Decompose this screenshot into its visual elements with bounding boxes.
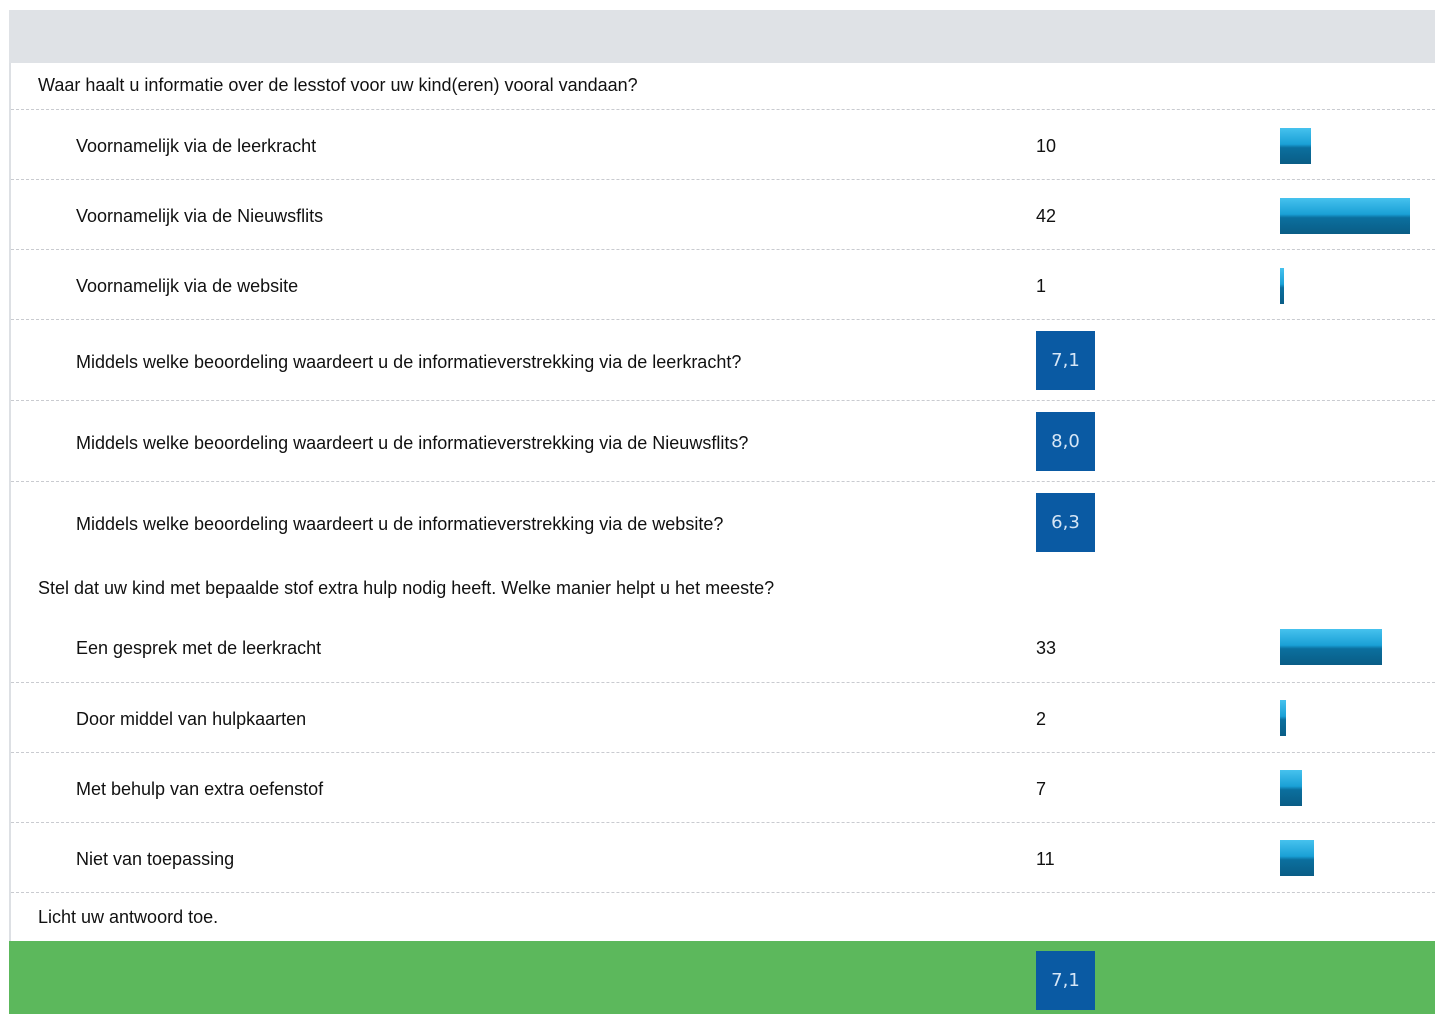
question-title: Stel dat uw kind met bepaalde stof extra… [38, 578, 775, 598]
rating-score-badge: 8,0 [1036, 412, 1095, 471]
answer-count: 7 [1036, 779, 1047, 799]
answer-bar [1280, 128, 1311, 164]
answer-label: Voornamelijk via de leerkracht [76, 136, 317, 156]
rating-row: Middels welke beoordeling waardeert u de… [11, 481, 1435, 563]
answer-row: Voornamelijk via de leerkracht 10 [11, 109, 1435, 180]
question-1: Waar haalt u informatie over de lesstof … [11, 76, 1435, 109]
answer-label: Een gesprek met de leerkracht [76, 638, 322, 658]
answer-row: Niet van toepassing 11 [11, 822, 1435, 893]
answer-row: Voornamelijk via de website 1 [11, 249, 1435, 320]
rating-label: Middels welke beoordeling waardeert u de… [76, 433, 749, 453]
rating-score-badge: 7,1 [1036, 331, 1095, 390]
question-title: Licht uw antwoord toe. [38, 907, 219, 927]
answer-bar [1280, 840, 1314, 876]
header-bar [9, 10, 1435, 63]
summary-band: 7,1 [9, 941, 1435, 1014]
answer-row: Voornamelijk via de Nieuwsflits 42 [11, 179, 1435, 250]
answer-bar [1280, 198, 1410, 234]
answer-label: Voornamelijk via de Nieuwsflits [76, 206, 324, 226]
answer-count: 33 [1036, 638, 1057, 658]
question-3: Licht uw antwoord toe. [11, 908, 1435, 941]
summary-score-badge: 7,1 [1036, 951, 1095, 1010]
answer-bar [1280, 770, 1302, 806]
answer-label: Door middel van hulpkaarten [76, 709, 307, 729]
answer-count: 10 [1036, 136, 1057, 156]
rating-row: Middels welke beoordeling waardeert u de… [11, 319, 1435, 401]
rating-score-badge: 6,3 [1036, 493, 1095, 552]
divider [11, 892, 1435, 893]
answer-count: 42 [1036, 206, 1057, 226]
answer-count: 2 [1036, 709, 1047, 729]
answer-label: Met behulp van extra oefenstof [76, 779, 324, 799]
rating-label: Middels welke beoordeling waardeert u de… [76, 352, 742, 372]
answer-count: 1 [1036, 276, 1047, 296]
rating-label: Middels welke beoordeling waardeert u de… [76, 514, 724, 534]
question-2: Stel dat uw kind met bepaalde stof extra… [11, 579, 1435, 612]
answer-label: Voornamelijk via de website [76, 276, 299, 296]
answer-bar [1280, 268, 1284, 304]
answer-label: Niet van toepassing [76, 849, 235, 869]
answer-bar [1280, 629, 1382, 665]
answer-row: Met behulp van extra oefenstof 7 [11, 752, 1435, 823]
answer-row: Door middel van hulpkaarten 2 [11, 682, 1435, 753]
answer-count: 11 [1036, 849, 1055, 869]
rating-row: Middels welke beoordeling waardeert u de… [11, 400, 1435, 482]
answer-row: Een gesprek met de leerkracht 33 [11, 612, 1435, 682]
answer-bar [1280, 700, 1286, 736]
question-title: Waar haalt u informatie over de lesstof … [38, 75, 638, 95]
